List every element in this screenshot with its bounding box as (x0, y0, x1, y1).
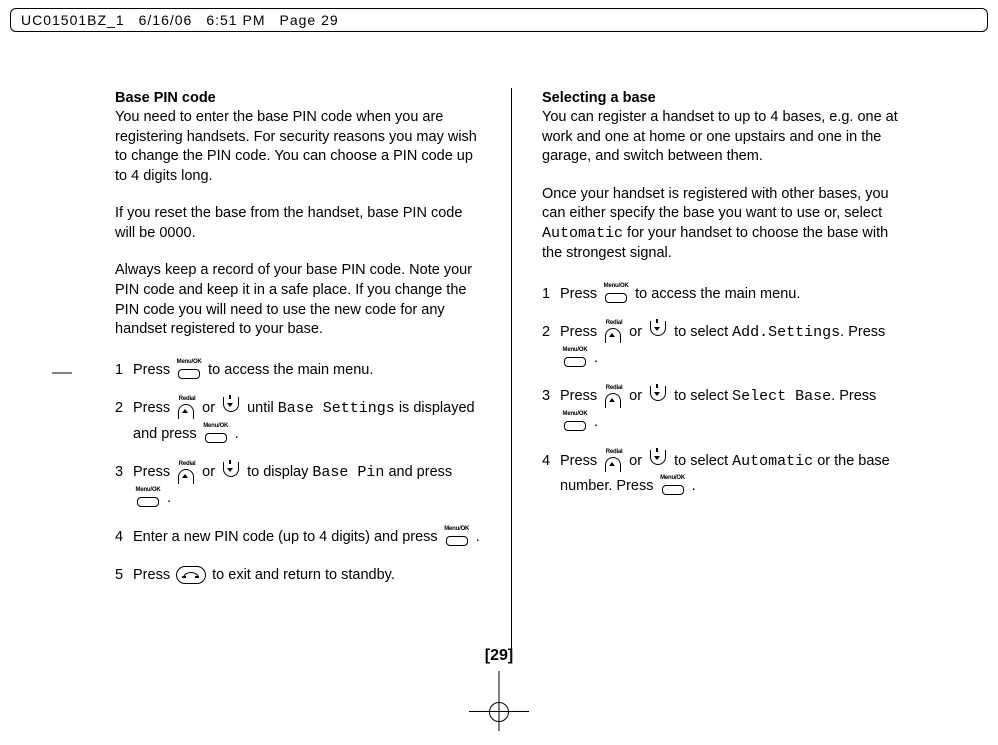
step-number: 5 (115, 563, 123, 588)
menu-ok-button-icon (660, 477, 686, 495)
header-filename: UC01501BZ_1 (21, 12, 125, 28)
end-call-button-icon (176, 566, 206, 584)
paragraph: Once your handset is registered with oth… (542, 185, 908, 264)
paragraph: If you reset the base from the handset, … (115, 204, 481, 243)
registration-vertical-icon (499, 671, 500, 731)
menu-ok-button-icon (603, 285, 629, 303)
menu-ok-button-icon (176, 361, 202, 379)
up-redial-button-icon (603, 451, 623, 471)
step-number: 2 (115, 396, 123, 421)
down-button-icon (648, 322, 668, 342)
menu-ok-button-icon (444, 528, 470, 546)
registration-marks (0, 671, 998, 731)
menu-ok-button-icon (135, 489, 161, 507)
page-content: Base PIN code You need to enter the base… (0, 60, 998, 655)
paragraph: You need to enter the base PIN code when… (115, 108, 481, 186)
lcd-text: Select Base (732, 388, 831, 405)
step-number: 3 (542, 384, 550, 409)
up-redial-button-icon (176, 398, 196, 418)
step-number: 3 (115, 460, 123, 485)
menu-ok-button-icon (203, 425, 229, 443)
lcd-text: Automatic (542, 225, 623, 242)
down-button-icon (221, 398, 241, 418)
step-3: 3 Press or to select Select Base. Press … (542, 384, 908, 434)
step-2: 2 Press or until Base Settings is displa… (115, 396, 481, 446)
step-number: 4 (115, 525, 123, 550)
header-date: 6/16/06 (139, 12, 193, 28)
page-number: [29] (0, 647, 998, 665)
header-time: 6:51 PM (206, 12, 265, 28)
registration-circle-icon (489, 702, 509, 722)
down-button-icon (221, 463, 241, 483)
lcd-text: Add.Settings (732, 324, 840, 341)
step-4: 4 Enter a new PIN code (up to 4 digits) … (115, 525, 481, 550)
step-1: 1 Press to access the main menu. (115, 358, 481, 383)
step-number: 2 (542, 320, 550, 345)
paragraph: Always keep a record of your base PIN co… (115, 261, 481, 339)
step-number: 1 (115, 358, 123, 383)
paragraph: You can register a handset to up to 4 ba… (542, 108, 908, 167)
menu-ok-button-icon (562, 413, 588, 431)
step-number: 1 (542, 282, 550, 307)
step-1: 1 Press to access the main menu. (542, 282, 908, 307)
heading-selecting-base: Selecting a base (542, 90, 908, 106)
step-3: 3 Press or to display Base Pin and press… (115, 460, 481, 510)
menu-ok-button-icon (562, 349, 588, 367)
up-redial-button-icon (603, 322, 623, 342)
header-page: Page 29 (279, 12, 338, 28)
right-column: Selecting a base You can register a hand… (512, 90, 928, 655)
down-button-icon (648, 387, 668, 407)
print-header: UC01501BZ_1 6/16/06 6:51 PM Page 29 (10, 8, 988, 32)
down-button-icon (648, 451, 668, 471)
step-5: 5 Press to exit and return to standby. (115, 563, 481, 588)
step-2: 2 Press or to select Add.Settings. Press… (542, 320, 908, 370)
step-4: 4 Press or to select Automatic or the ba… (542, 449, 908, 499)
step-number: 4 (542, 449, 550, 474)
lcd-text: Automatic (732, 453, 813, 470)
heading-base-pin: Base PIN code (115, 90, 481, 106)
left-column: Base PIN code You need to enter the base… (95, 90, 511, 655)
lcd-text: Base Settings (278, 400, 395, 417)
lcd-text: Base Pin (312, 464, 384, 481)
up-redial-button-icon (603, 387, 623, 407)
up-redial-button-icon (176, 463, 196, 483)
